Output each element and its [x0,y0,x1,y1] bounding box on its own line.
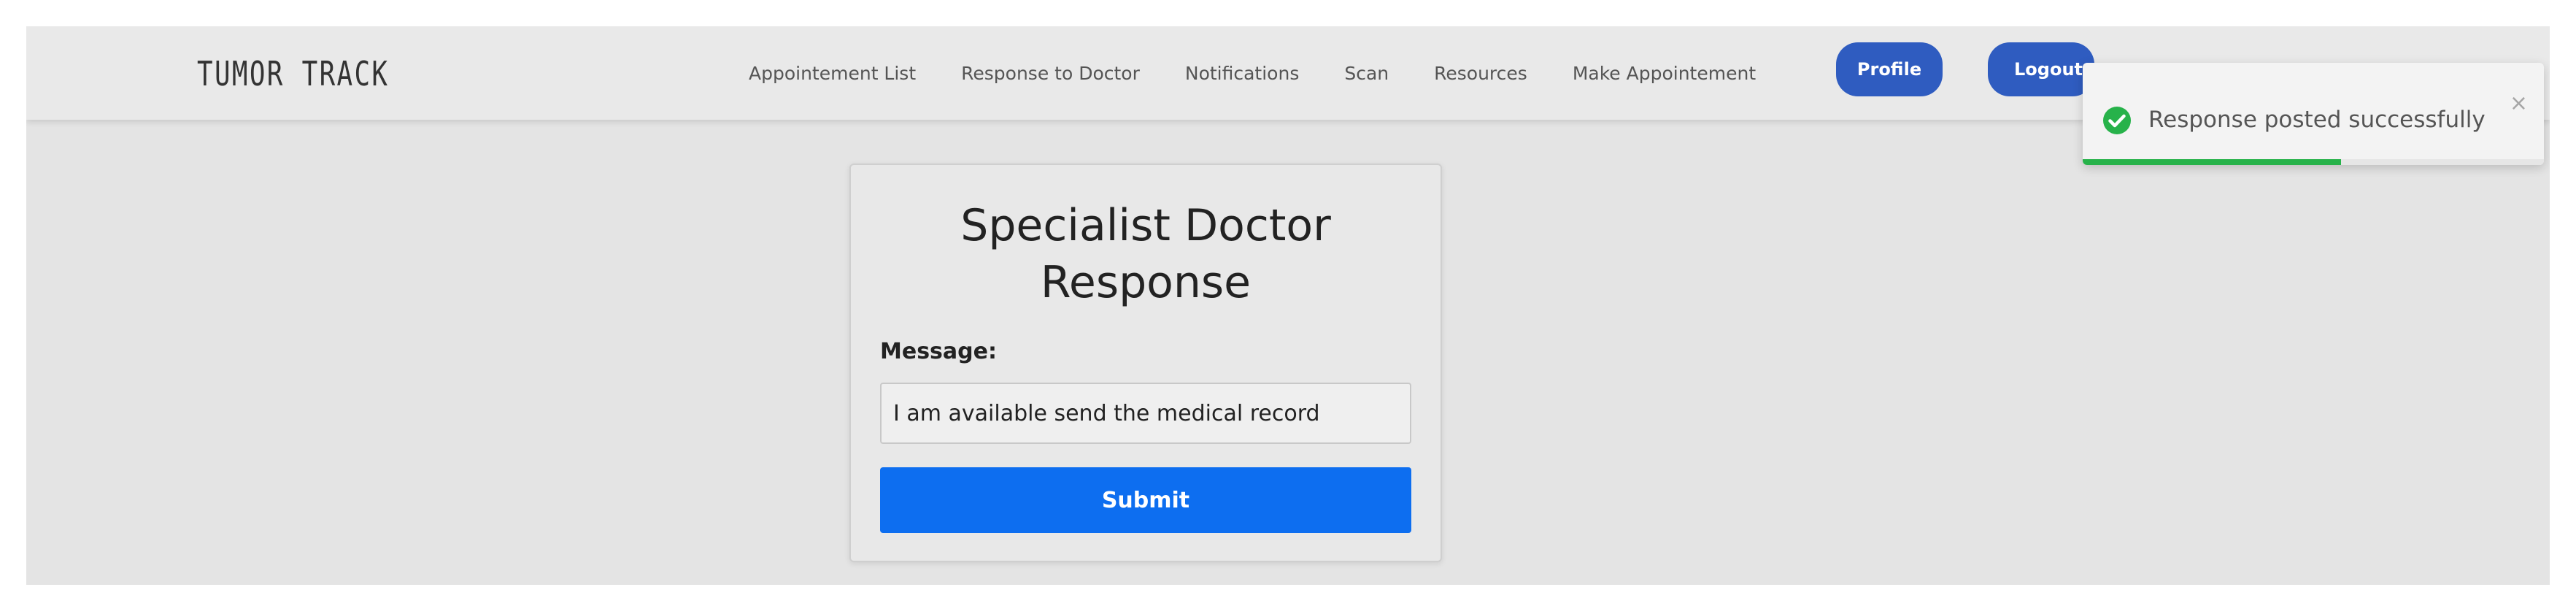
brand-logo[interactable]: TUMOR TRACK [197,54,389,93]
nav-link-notifications[interactable]: Notifications [1185,63,1299,84]
nav-link-make-appointment[interactable]: Make Appointement [1573,63,1756,84]
toast-message: Response posted successfully [2148,107,2486,133]
profile-button[interactable]: Profile [1836,42,1943,96]
title-line-1: Specialist Doctor [960,200,1331,251]
app-frame: TUMOR TRACK Appointement List Response t… [26,26,2550,585]
check-circle-icon [2103,107,2131,134]
page-title: Specialist Doctor Response [851,197,1441,311]
title-line-2: Response [1040,257,1252,308]
logout-button[interactable]: Logout [1988,42,2094,96]
nav-link-resources[interactable]: Resources [1434,63,1527,84]
nav-link-scan[interactable]: Scan [1344,63,1389,84]
message-input[interactable] [880,383,1411,444]
message-label: Message: [880,339,997,364]
nav-link-response-to-doctor[interactable]: Response to Doctor [961,63,1140,84]
nav-links: Appointement List Response to Doctor Not… [749,26,1801,120]
doctor-response-card: Specialist Doctor Response Message: Subm… [849,164,1442,562]
submit-button[interactable]: Submit [880,467,1411,533]
toast-progress-bar [2083,159,2341,165]
success-toast: Response posted successfully × [2083,63,2544,165]
close-icon[interactable]: × [2510,91,2528,116]
nav-link-appointment-list[interactable]: Appointement List [749,63,916,84]
toast-progress-track [2083,159,2544,165]
